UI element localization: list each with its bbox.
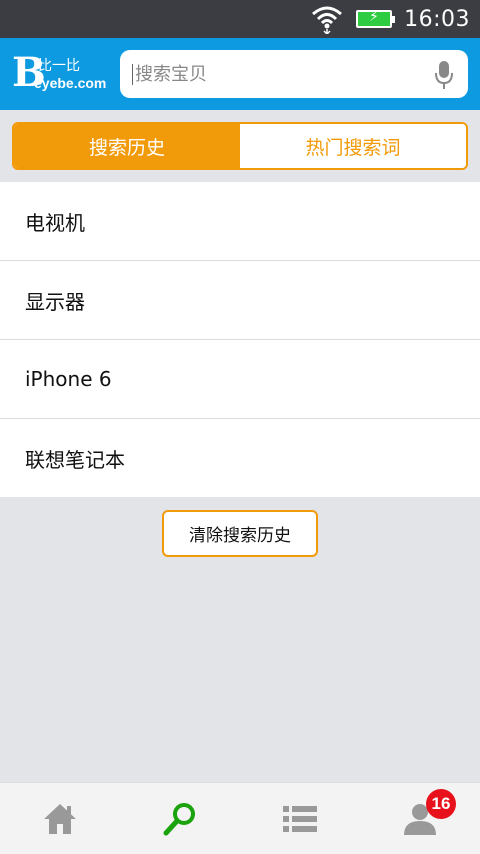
bottom-nav: 16 bbox=[0, 782, 480, 854]
search-icon bbox=[163, 802, 195, 835]
status-time: 16:03 bbox=[404, 6, 470, 32]
nav-item-list[interactable] bbox=[240, 783, 360, 854]
search-input[interactable] bbox=[132, 63, 422, 85]
home-icon bbox=[44, 803, 76, 834]
list-icon bbox=[283, 805, 317, 832]
app-header: B 比一比 eyebe.com bbox=[0, 38, 480, 110]
search-history-list: 电视机 显示器 iPhone 6 联想笔记本 bbox=[0, 182, 480, 497]
notification-badge: 16 bbox=[426, 789, 456, 819]
tab-hot-search-words[interactable]: 热门搜索词 bbox=[240, 124, 466, 168]
history-item[interactable]: 电视机 bbox=[0, 182, 480, 261]
wifi-icon bbox=[312, 6, 343, 34]
search-box[interactable] bbox=[120, 50, 468, 98]
app-logo: B 比一比 eyebe.com bbox=[12, 49, 112, 99]
status-bar: ⚡ 16:03 bbox=[0, 0, 480, 38]
microphone-icon[interactable] bbox=[434, 60, 454, 90]
clear-history-button[interactable]: 清除搜索历史 bbox=[162, 510, 318, 557]
tab-search-history[interactable]: 搜索历史 bbox=[14, 124, 240, 168]
nav-item-search[interactable] bbox=[120, 783, 240, 854]
nav-item-home[interactable] bbox=[0, 783, 120, 854]
battery-charging-icon: ⚡ bbox=[356, 9, 396, 28]
logo-cn-text: 比一比 bbox=[38, 58, 80, 74]
history-item[interactable]: 显示器 bbox=[0, 261, 480, 340]
nav-item-profile[interactable]: 16 bbox=[360, 783, 480, 854]
history-item[interactable]: iPhone 6 bbox=[0, 340, 480, 419]
history-item[interactable]: 联想笔记本 bbox=[0, 419, 480, 497]
search-tabs: 搜索历史 热门搜索词 bbox=[12, 122, 468, 170]
logo-en-text: eyebe.com bbox=[34, 75, 107, 91]
